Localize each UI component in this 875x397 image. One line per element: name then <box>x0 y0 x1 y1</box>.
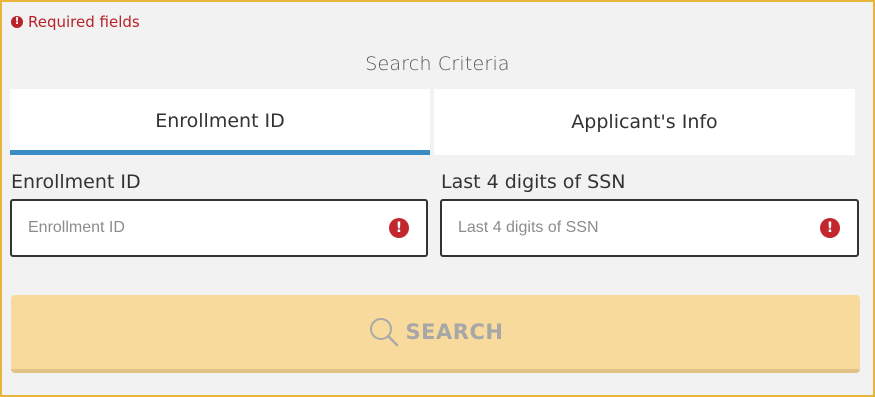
section-title: Search Criteria <box>365 53 510 75</box>
alert-circle-icon: ! <box>389 218 409 238</box>
tab-label: Applicant's Info <box>571 111 718 133</box>
search-panel: ! Required fields Search Criteria Enroll… <box>0 0 875 397</box>
required-fields-notice: ! Required fields <box>11 12 140 32</box>
search-button-label: SEARCH <box>405 320 504 344</box>
ssn-input[interactable] <box>442 201 857 255</box>
tab-applicants-info[interactable]: Applicant's Info <box>434 89 855 155</box>
tab-enrollment-id[interactable]: Enrollment ID <box>10 89 430 155</box>
alert-circle-icon: ! <box>11 16 23 28</box>
enrollment-id-input[interactable] <box>12 201 426 255</box>
ssn-label: Last 4 digits of SSN <box>441 171 626 193</box>
ssn-field-wrapper: ! <box>440 199 859 257</box>
search-button[interactable]: SEARCH <box>11 295 860 373</box>
enrollment-id-label: Enrollment ID <box>11 171 141 193</box>
alert-circle-icon: ! <box>820 218 840 238</box>
required-fields-text: Required fields <box>28 13 140 31</box>
tab-label: Enrollment ID <box>155 109 285 132</box>
enrollment-id-field-wrapper: ! <box>10 199 428 257</box>
search-icon <box>369 318 398 347</box>
